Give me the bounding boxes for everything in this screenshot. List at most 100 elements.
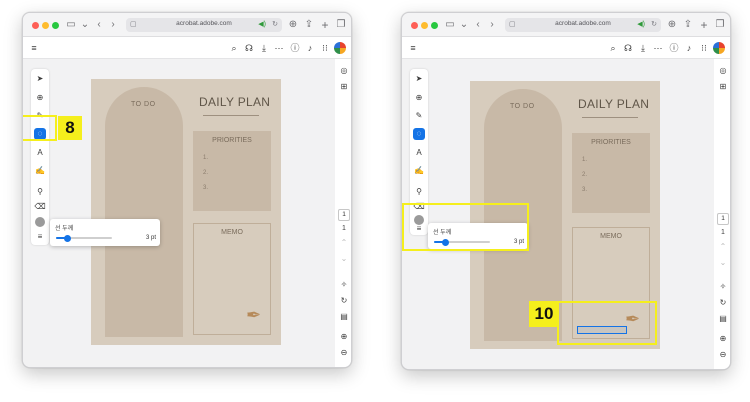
page-title: DAILY PLAN — [199, 95, 271, 109]
page-total: 1 — [342, 225, 346, 232]
todo-label: TO DO — [510, 103, 535, 110]
back-icon[interactable]: ‹ — [472, 19, 484, 31]
page-number-current[interactable]: 1 — [338, 209, 350, 221]
right-toolbar: ◎ ⊞ 1 1 ⌃ ⌄ ✧ ↻ ▤ ⊕ ⊖ — [335, 59, 351, 367]
chevron-down-icon[interactable]: ⌄ — [79, 19, 91, 31]
tabs-icon[interactable]: ❐ — [335, 19, 347, 31]
download-icon[interactable]: ⤓ — [258, 42, 270, 54]
audio-icon[interactable]: ◀) — [258, 20, 266, 30]
highlight-drawn-line — [557, 301, 657, 345]
apps-icon[interactable]: ⁝⁝ — [698, 42, 710, 54]
signature-icon[interactable]: ✍ — [413, 165, 425, 177]
address-bar[interactable]: ▢ acrobat.adobe.com ◀) ↻ — [126, 18, 282, 32]
zoom-out-icon[interactable]: ⊖ — [717, 349, 729, 361]
forward-icon[interactable]: › — [486, 19, 498, 31]
ai-assistant-icon[interactable]: ✧ — [338, 279, 350, 291]
text-box-icon[interactable]: A — [413, 147, 425, 159]
share-icon[interactable]: ⇪ — [303, 19, 315, 31]
help-icon[interactable]: ⓘ — [289, 42, 301, 54]
pdf-page[interactable]: TO DO DAILY PLAN PRIORITIES 1. 2. 3. MEM… — [91, 79, 281, 345]
chat-icon[interactable]: ◎ — [338, 65, 350, 77]
avatar[interactable] — [334, 42, 346, 54]
cursor-icon[interactable]: ➤ — [34, 73, 46, 85]
draw-freeform-icon[interactable]: ◌ — [413, 128, 425, 140]
chevron-down-icon[interactable]: ⌄ — [338, 253, 350, 265]
list-item: 2. — [203, 170, 209, 176]
page-number-current[interactable]: 1 — [717, 213, 729, 225]
grid-icon[interactable]: ⊞ — [717, 81, 729, 93]
rotate-icon[interactable]: ↻ — [338, 295, 350, 307]
memo-box: MEMO ✒ — [193, 223, 271, 335]
zoom-out-icon[interactable]: ⊖ — [338, 347, 350, 359]
more-icon[interactable]: ⋯ — [652, 42, 664, 54]
plus-icon[interactable]: + — [698, 19, 710, 31]
step-number-badge: 8 — [58, 116, 82, 140]
chevron-down-icon[interactable]: ⌄ — [717, 257, 729, 269]
zoom-in-icon[interactable]: ⊕ — [717, 333, 729, 345]
zoom-in-icon[interactable]: ⊕ — [338, 331, 350, 343]
comment-icon[interactable]: ⊕ — [34, 92, 46, 104]
cursor-icon[interactable]: ➤ — [413, 73, 425, 85]
left-toolbar: ➤ ⊕ ✎ ◌ A ✍ ⚲ ⌫ ≡ — [31, 69, 49, 245]
download-icon[interactable]: ⊕ — [666, 19, 678, 31]
bell-icon[interactable]: ♪ — [304, 42, 316, 54]
color-swatch[interactable] — [35, 217, 45, 227]
minimize-window-button[interactable] — [42, 22, 49, 29]
chat-icon[interactable]: ◎ — [717, 65, 729, 77]
search-icon[interactable]: ⌕ — [607, 42, 619, 54]
pencil-icon[interactable]: ✎ — [413, 110, 425, 122]
pin-icon[interactable]: ⚲ — [413, 186, 425, 198]
chevron-down-icon[interactable]: ⌄ — [458, 19, 470, 31]
thickness-slider[interactable] — [56, 234, 112, 242]
chevron-up-icon[interactable]: ⌃ — [338, 237, 350, 249]
thickness-slider-handle[interactable] — [63, 234, 71, 242]
audio-icon[interactable]: ◀) — [637, 20, 645, 30]
download-icon[interactable]: ⊕ — [287, 19, 299, 31]
signature-icon[interactable]: ✍ — [34, 165, 46, 177]
help-icon[interactable]: ⓘ — [668, 42, 680, 54]
search-icon[interactable]: ⌕ — [228, 42, 240, 54]
document-icon[interactable]: ▤ — [338, 311, 350, 323]
download-icon[interactable]: ⤓ — [637, 42, 649, 54]
browser-titlebar: ▭ ⌄ ‹ › ▢ acrobat.adobe.com ◀) ↻ ⊕ ⇪ + ❐ — [23, 13, 351, 37]
hamburger-icon[interactable]: ≡ — [28, 42, 40, 54]
share-icon[interactable]: ⇪ — [682, 19, 694, 31]
hamburger-icon[interactable]: ≡ — [34, 231, 46, 243]
address-bar[interactable]: ▢ acrobat.adobe.com ◀) ↻ — [505, 18, 661, 32]
chevron-up-icon[interactable]: ⌃ — [717, 241, 729, 253]
hamburger-icon[interactable]: ≡ — [407, 42, 419, 54]
apps-icon[interactable]: ⁝⁝ — [319, 42, 331, 54]
bell-icon[interactable]: ♪ — [683, 42, 695, 54]
more-icon[interactable]: ⋯ — [273, 42, 285, 54]
reload-icon[interactable]: ↻ — [272, 20, 278, 30]
list-item: 3. — [203, 185, 209, 191]
rotate-icon[interactable]: ↻ — [717, 297, 729, 309]
sidebar-icon[interactable]: ▭ — [65, 19, 77, 31]
zoom-window-button[interactable] — [52, 22, 59, 29]
memo-title: MEMO — [600, 233, 622, 240]
close-window-button[interactable] — [411, 22, 418, 29]
pin-icon[interactable]: ⚲ — [34, 186, 46, 198]
tabs-icon[interactable]: ❐ — [714, 19, 726, 31]
close-window-button[interactable] — [32, 22, 39, 29]
sidebar-icon[interactable]: ▭ — [444, 19, 456, 31]
thickness-value: 3 pt — [145, 235, 156, 241]
thickness-label: 선 두께 — [55, 226, 74, 232]
minimize-window-button[interactable] — [421, 22, 428, 29]
grid-icon[interactable]: ⊞ — [338, 81, 350, 93]
reload-icon[interactable]: ↻ — [651, 20, 657, 30]
ai-assistant-icon[interactable]: ✧ — [717, 281, 729, 293]
priorities-box: PRIORITIES 1. 2. 3. — [193, 131, 271, 211]
eraser-icon[interactable]: ⌫ — [34, 201, 46, 213]
forward-icon[interactable]: › — [107, 19, 119, 31]
back-icon[interactable]: ‹ — [93, 19, 105, 31]
headphones-icon[interactable]: ☊ — [243, 42, 255, 54]
avatar[interactable] — [713, 42, 725, 54]
headphones-icon[interactable]: ☊ — [622, 42, 634, 54]
text-box-icon[interactable]: A — [34, 147, 46, 159]
priorities-title: PRIORITIES — [591, 139, 631, 146]
zoom-window-button[interactable] — [431, 22, 438, 29]
document-icon[interactable]: ▤ — [717, 313, 729, 325]
comment-icon[interactable]: ⊕ — [413, 92, 425, 104]
plus-icon[interactable]: + — [319, 19, 331, 31]
